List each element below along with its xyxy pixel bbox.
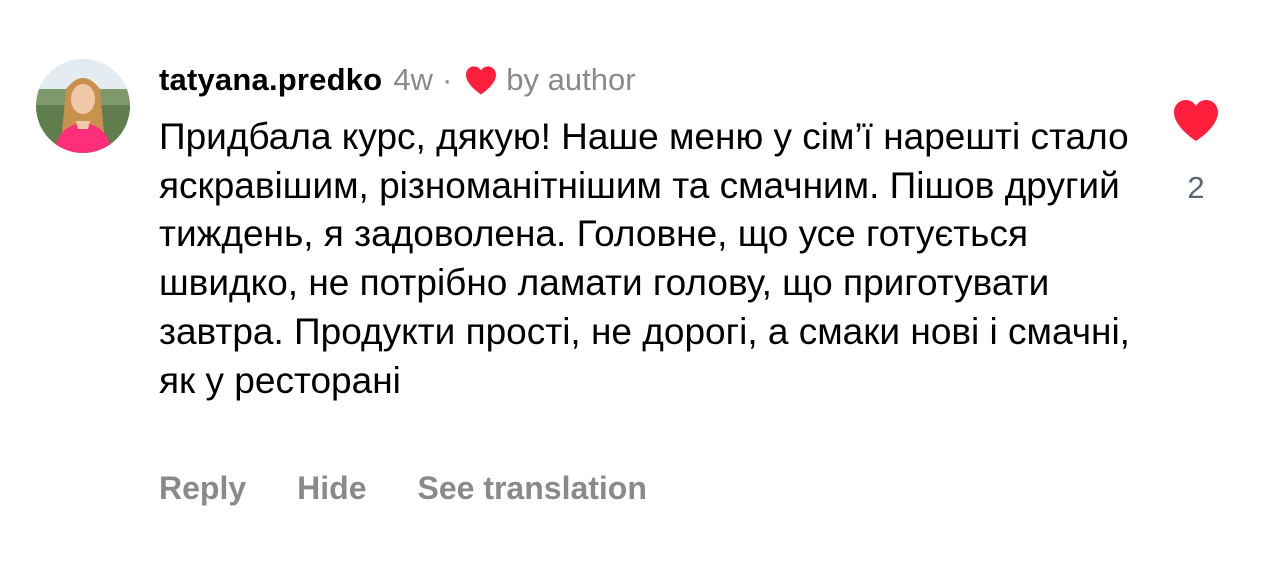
reply-button[interactable]: Reply [159, 470, 246, 507]
hide-button[interactable]: Hide [297, 470, 366, 507]
username[interactable]: tatyana.predko [159, 62, 382, 98]
see-translation-button[interactable]: See translation [417, 470, 646, 507]
avatar[interactable] [36, 59, 130, 153]
comment-text: Придбала курс, дякую! Наше меню у сім’ї … [159, 116, 1130, 401]
separator-dot: · [441, 62, 453, 97]
like-heart-icon[interactable] [1171, 98, 1221, 142]
comment-actions: Reply Hide See translation [159, 470, 647, 507]
liked-by-author-label: by author [506, 62, 636, 97]
timestamp[interactable]: 4w [393, 62, 433, 98]
comment-header: tatyana.predko 4w · by author [159, 60, 636, 100]
like-count[interactable]: 2 [1176, 170, 1216, 206]
heart-icon [464, 65, 498, 95]
